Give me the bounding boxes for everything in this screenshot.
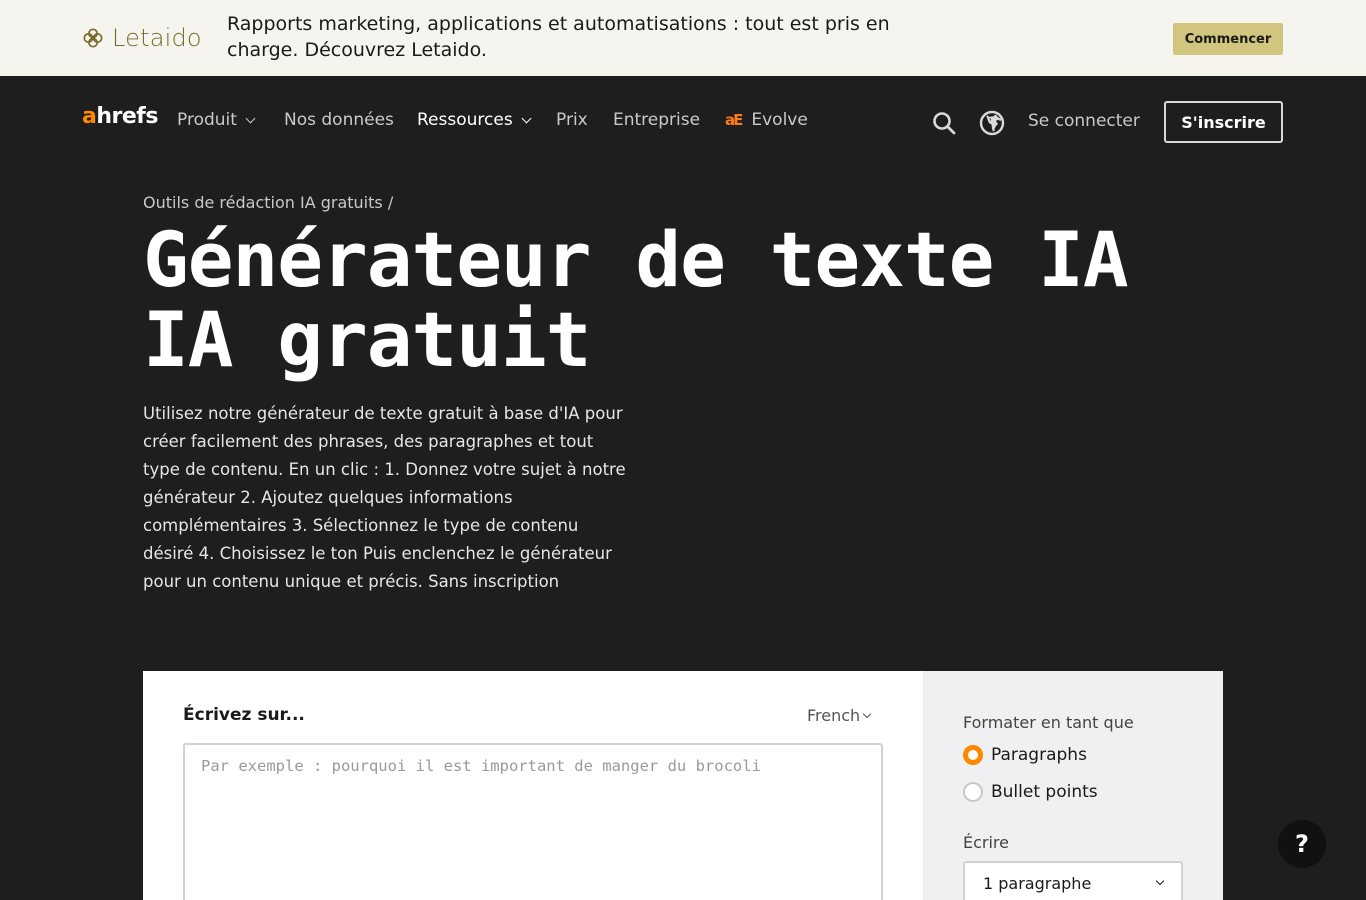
letaido-logo-icon [83, 28, 103, 48]
format-option-bullet-points[interactable]: Bullet points [963, 782, 1098, 802]
nav-nos-donnees-label: Nos données [284, 110, 394, 130]
text-generator-tool: Écrivez sur... French Formater en tant q… [143, 671, 1223, 900]
promo-logo-text: Letaido [112, 24, 202, 52]
language-value: French [807, 706, 861, 725]
format-option-paragraphs[interactable]: Paragraphs [963, 745, 1087, 765]
nav-nos-donnees[interactable]: Nos données [284, 110, 394, 130]
login-link[interactable]: Se connecter [1028, 111, 1140, 131]
evolve-logo-icon: aE [725, 111, 743, 129]
search-icon[interactable] [931, 110, 957, 136]
brand-a: a [82, 104, 97, 129]
topic-input[interactable] [183, 743, 883, 900]
brand-rest: hrefs [96, 104, 158, 129]
signup-button[interactable]: S'inscrire [1164, 101, 1283, 143]
topic-label: Écrivez sur... [183, 705, 305, 725]
length-label: Écrire [963, 833, 1009, 852]
format-label: Formater en tant que [963, 713, 1134, 732]
tool-main-panel: Écrivez sur... French [143, 671, 923, 900]
chevron-down-icon [521, 113, 532, 123]
promo-message: Rapports marketing, applications et auto… [227, 13, 890, 61]
tool-options-panel: Formater en tant que Paragraphs Bullet p… [923, 671, 1223, 900]
breadcrumb[interactable]: Outils de rédaction IA gratuits / [143, 193, 393, 212]
main-nav: ahrefs Produit Nos données Ressources Pr… [0, 76, 1366, 168]
radio-unchecked-icon[interactable] [963, 782, 983, 802]
ahrefs-logo[interactable]: ahrefs [82, 104, 158, 129]
globe-icon[interactable] [979, 110, 1005, 136]
help-button[interactable]: ? [1278, 820, 1326, 868]
nav-prix[interactable]: Prix [556, 110, 588, 130]
nav-entreprise[interactable]: Entreprise [613, 110, 700, 130]
nav-produit-label: Produit [177, 110, 237, 130]
length-select[interactable]: 1 paragraphe [963, 861, 1183, 900]
page-description: Utilisez notre générateur de texte gratu… [143, 404, 626, 591]
radio-checked-icon[interactable] [963, 745, 983, 765]
nav-ressources-label: Ressources [417, 110, 513, 130]
promo-logo[interactable]: Letaido [82, 24, 202, 52]
promo-start-button[interactable]: Commencer [1173, 23, 1283, 55]
nav-evolve-label: Evolve [751, 110, 808, 130]
nav-prix-label: Prix [556, 110, 588, 130]
nav-evolve[interactable]: aE Evolve [725, 110, 808, 130]
chevron-down-icon [245, 113, 256, 123]
format-option-label: Paragraphs [991, 745, 1087, 765]
nav-entreprise-label: Entreprise [613, 110, 701, 130]
language-select[interactable]: French [807, 706, 872, 725]
page-title: Générateur de texte IA IA gratuit [143, 215, 1129, 384]
length-value: 1 paragraphe [983, 873, 1092, 893]
nav-produit[interactable]: Produit [177, 110, 256, 130]
promo-banner: Letaido Rapports marketing, applications… [0, 0, 1366, 76]
format-option-label: Bullet points [991, 782, 1098, 802]
chevron-down-icon [1155, 876, 1165, 886]
chevron-down-icon [862, 709, 872, 718]
nav-ressources[interactable]: Ressources [417, 110, 532, 130]
